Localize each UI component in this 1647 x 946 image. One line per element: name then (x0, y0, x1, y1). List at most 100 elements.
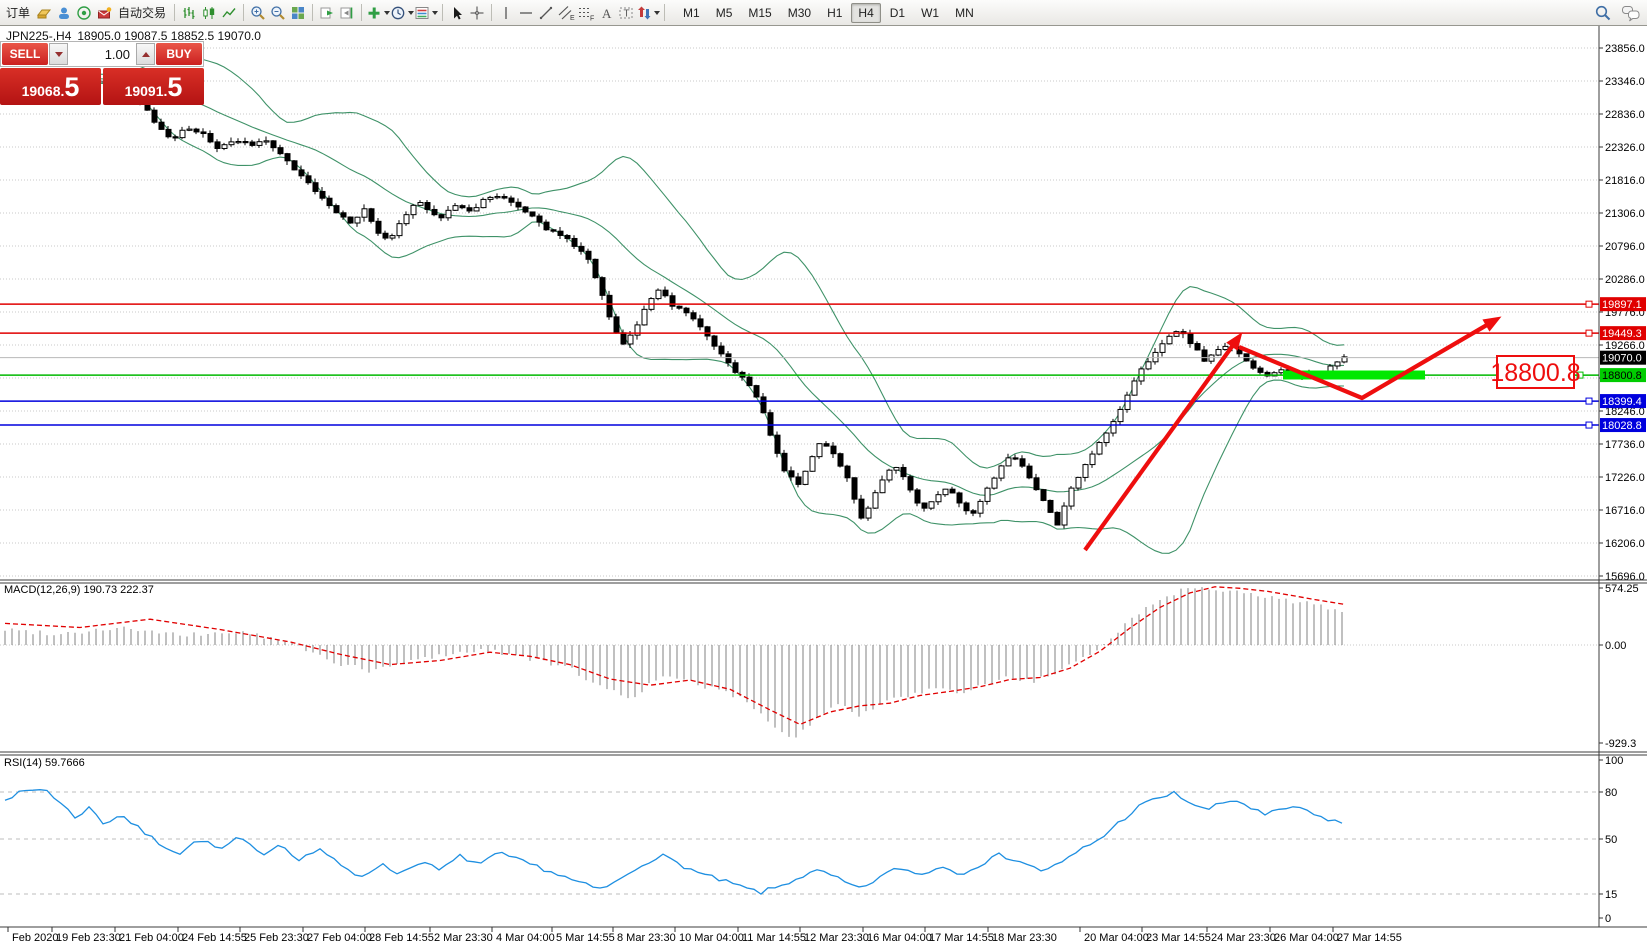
timeframe-M1[interactable]: M1 (676, 3, 707, 23)
tile-windows-button[interactable] (288, 3, 308, 23)
trendline-icon (538, 5, 554, 21)
candlestick-icon (201, 5, 217, 21)
label-tool-button[interactable]: T (616, 3, 636, 23)
svg-text:10 Mar 04:00: 10 Mar 04:00 (679, 932, 744, 944)
volume-increase-button[interactable] (136, 43, 155, 65)
svg-text:100: 100 (1605, 755, 1623, 767)
svg-text:T: T (624, 8, 630, 19)
line-handle[interactable] (1586, 398, 1592, 404)
one-click-trading-panel: SELL BUY 19068.5 19091.5 (0, 41, 204, 105)
svg-text:25 Feb 23:30: 25 Feb 23:30 (244, 932, 309, 944)
periods-button[interactable] (390, 3, 414, 23)
buy-price-display[interactable]: 19091.5 (103, 68, 204, 105)
time-axis: Feb 202019 Feb 23:3021 Feb 04:0024 Feb 1… (8, 927, 1402, 944)
autotrade-mailbox-button[interactable] (94, 3, 114, 23)
text-tool-button[interactable]: A (596, 3, 616, 23)
candle-chart-mode-button[interactable] (199, 3, 219, 23)
fibonacci-tool-button[interactable]: F (576, 3, 596, 23)
svg-text:28 Feb 14:55: 28 Feb 14:55 (369, 932, 434, 944)
svg-text:12 Mar 23:30: 12 Mar 23:30 (804, 932, 869, 944)
volume-decrease-button[interactable] (49, 43, 68, 65)
sell-price-display[interactable]: 19068.5 (0, 68, 101, 105)
auto-trading-button[interactable]: 自动交易 (114, 4, 170, 21)
timeframe-D1[interactable]: D1 (883, 3, 912, 23)
svg-text:574.25: 574.25 (1605, 583, 1639, 595)
svg-text:21306.0: 21306.0 (1605, 208, 1645, 220)
arrows-tool-button[interactable] (636, 3, 660, 23)
svg-text:8 Mar 23:30: 8 Mar 23:30 (617, 932, 676, 944)
svg-text:A: A (602, 6, 612, 21)
timeframe-H4[interactable]: H4 (851, 3, 880, 23)
indicators-button[interactable] (366, 3, 390, 23)
rsi-pane: RSI(14) 59.76661008050150 (0, 755, 1623, 925)
horizontal-line-tool-button[interactable] (516, 3, 536, 23)
new-order-button[interactable]: 订单 (2, 4, 34, 21)
zoom-out-button[interactable] (268, 3, 288, 23)
price-chart: 18800.823856.023346.022836.022326.021816… (0, 26, 1647, 946)
fibonacci-icon: F (577, 5, 595, 21)
line-handle[interactable] (1586, 301, 1592, 307)
timeframe-M30[interactable]: M30 (781, 3, 818, 23)
line-handle[interactable] (1586, 330, 1592, 336)
pane-frames (0, 26, 1647, 927)
timeframe-M5[interactable]: M5 (709, 3, 740, 23)
svg-text:E: E (570, 15, 575, 21)
svg-text:23346.0: 23346.0 (1605, 76, 1645, 88)
volume-input[interactable] (68, 42, 136, 66)
price-callout[interactable]: 18800.8 (1490, 356, 1599, 388)
timeframe-bar: M1M5M15M30H1H4D1W1MN (675, 3, 982, 23)
templates-dropdown-caret[interactable] (432, 11, 438, 15)
templates-button[interactable] (414, 3, 438, 23)
search-button[interactable] (1593, 3, 1613, 23)
horizontal-level-lines[interactable] (0, 301, 1599, 428)
svg-text:20796.0: 20796.0 (1605, 241, 1645, 253)
arrows-dropdown-caret[interactable] (654, 11, 660, 15)
svg-text:F: F (590, 15, 594, 21)
line-handle[interactable] (1586, 422, 1592, 428)
trend-arrows[interactable] (1085, 316, 1501, 550)
triangle-down-icon (55, 52, 63, 57)
signals-button[interactable] (74, 3, 94, 23)
equidistant-channel-icon: E (557, 5, 575, 21)
svg-text:19266.0: 19266.0 (1605, 340, 1645, 352)
cursor-tool-button[interactable] (447, 3, 467, 23)
svg-text:0: 0 (1605, 913, 1611, 925)
line-chart-mode-button[interactable] (219, 3, 239, 23)
bar-chart-mode-button[interactable] (179, 3, 199, 23)
svg-text:24 Mar 23:30: 24 Mar 23:30 (1211, 932, 1276, 944)
svg-text:21 Feb 04:00: 21 Feb 04:00 (119, 932, 184, 944)
svg-text:MACD(12,26,9) 190.73 222.37: MACD(12,26,9) 190.73 222.37 (4, 584, 154, 596)
svg-text:18800.8: 18800.8 (1602, 370, 1642, 382)
svg-text:15: 15 (1605, 889, 1617, 901)
timeframe-MN[interactable]: MN (948, 3, 981, 23)
auto-scroll-icon (319, 5, 335, 21)
crosshair-tool-button[interactable] (467, 3, 487, 23)
channel-tool-button[interactable]: E (556, 3, 576, 23)
trendline-tool-button[interactable] (536, 3, 556, 23)
svg-text:80: 80 (1605, 787, 1617, 799)
sell-button[interactable]: SELL (2, 43, 48, 65)
chart-shift-button[interactable] (337, 3, 357, 23)
tile-windows-icon (290, 5, 306, 21)
vertical-line-icon (498, 5, 514, 21)
svg-text:27 Mar 14:55: 27 Mar 14:55 (1337, 932, 1402, 944)
arrow-objects-icon (636, 5, 652, 21)
history-center-button[interactable] (34, 3, 54, 23)
horizontal-line-icon (518, 5, 534, 21)
template-icon (414, 5, 430, 21)
chat-button[interactable] (1621, 3, 1641, 23)
auto-scroll-button[interactable] (317, 3, 337, 23)
accounts-button[interactable] (54, 3, 74, 23)
svg-text:18399.4: 18399.4 (1602, 396, 1642, 408)
timeframe-M15[interactable]: M15 (741, 3, 778, 23)
chart-shift-icon (339, 5, 355, 21)
svg-text:16716.0: 16716.0 (1605, 505, 1645, 517)
timeframe-W1[interactable]: W1 (914, 3, 946, 23)
zoom-in-icon (250, 5, 266, 21)
vertical-line-tool-button[interactable] (496, 3, 516, 23)
svg-text:19897.1: 19897.1 (1602, 299, 1642, 311)
buy-button[interactable]: BUY (156, 43, 202, 65)
zoom-in-button[interactable] (248, 3, 268, 23)
timeframe-H1[interactable]: H1 (820, 3, 849, 23)
svg-text:23856.0: 23856.0 (1605, 43, 1645, 55)
